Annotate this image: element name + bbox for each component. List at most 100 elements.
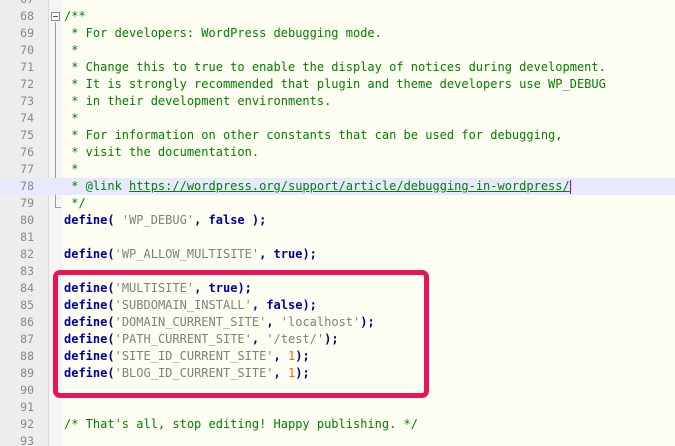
code-token: *	[64, 162, 79, 176]
line-number: 87	[20, 332, 34, 346]
line-code[interactable]: *	[64, 110, 78, 127]
code-line[interactable]: 87 define('PATH_CURRENT_SITE', '/test/');	[0, 331, 675, 348]
line-code[interactable]: * For information on other constants tha…	[64, 127, 562, 144]
line-code[interactable]: *	[64, 161, 78, 178]
line-number: 79	[20, 196, 34, 210]
line-number: 93	[20, 434, 34, 446]
code-token: false	[208, 213, 245, 227]
code-token: define	[64, 281, 108, 295]
line-number: 72	[20, 77, 34, 91]
code-line[interactable]: 74 *	[0, 110, 675, 127]
code-token: * Change this to true to enable the disp…	[64, 60, 606, 74]
code-line[interactable]: 85 define('SUBDOMAIN_INSTALL', false);	[0, 297, 675, 314]
code-lines[interactable]: 6768 /** 69 * For developers: WordPress de…	[0, 0, 675, 446]
line-code[interactable]: define('SITE_ID_CURRENT_SITE', 1);	[64, 348, 310, 365]
line-number: 75	[20, 128, 34, 142]
line-code[interactable]: define('SUBDOMAIN_INSTALL', false);	[64, 297, 317, 314]
line-number: 70	[20, 43, 34, 57]
code-line[interactable]: 80 define( 'WP_DEBUG', false );	[0, 212, 675, 229]
line-number: 85	[20, 298, 34, 312]
code-token: ,	[194, 281, 209, 295]
code-token: );	[302, 298, 317, 312]
code-token: '/test/'	[266, 332, 325, 346]
code-line[interactable]: 78 * @link https://wordpress.org/support…	[0, 178, 675, 195]
code-token: define	[64, 247, 108, 261]
code-token: (	[107, 366, 115, 380]
line-number: 73	[20, 94, 34, 108]
code-token: 'WP_DEBUG'	[121, 213, 195, 227]
code-token: 'DOMAIN_CURRENT_SITE'	[114, 315, 267, 329]
code-line[interactable]: 67	[0, 0, 675, 8]
line-number: 82	[20, 247, 34, 261]
line-number: 74	[20, 111, 34, 125]
code-token: );	[295, 366, 310, 380]
code-token: );	[360, 315, 375, 329]
code-token: 'MULTISITE'	[114, 281, 195, 295]
line-code[interactable]: define('MULTISITE', true);	[64, 280, 252, 297]
line-code[interactable]: * in their development environments.	[64, 93, 331, 110]
line-code[interactable]: /* That's all, stop editing! Happy publi…	[64, 416, 418, 433]
line-number: 68	[20, 9, 34, 23]
line-code[interactable]: define('DOMAIN_CURRENT_SITE', 'localhost…	[64, 314, 375, 331]
code-line[interactable]: 81	[0, 229, 675, 246]
code-line[interactable]: 79 */	[0, 195, 675, 212]
line-code[interactable]: define('WP_ALLOW_MULTISITE', true);	[64, 246, 317, 263]
code-token: ,	[259, 247, 274, 261]
code-token: 'SITE_ID_CURRENT_SITE'	[114, 349, 274, 363]
code-line[interactable]: 88 define('SITE_ID_CURRENT_SITE', 1);	[0, 348, 675, 365]
code-line[interactable]: 91	[0, 399, 675, 416]
line-code[interactable]: * Change this to true to enable the disp…	[64, 59, 606, 76]
code-line[interactable]: 75 * For information on other constants …	[0, 127, 675, 144]
line-number: 91	[20, 400, 34, 414]
line-number: 90	[20, 383, 34, 397]
code-editor[interactable]: 6768 /** 69 * For developers: WordPress de…	[0, 0, 675, 446]
code-line[interactable]: 93	[0, 433, 675, 446]
code-token: define	[64, 315, 108, 329]
line-code[interactable]: * For developers: WordPress debugging mo…	[64, 25, 382, 42]
code-line[interactable]: 89 define('BLOG_ID_CURRENT_SITE', 1);	[0, 365, 675, 382]
line-number: 89	[20, 366, 34, 380]
code-line[interactable]: 84 define('MULTISITE', true);	[0, 280, 675, 297]
code-line[interactable]: 76 * visit the documentation.	[0, 144, 675, 161]
line-code[interactable]: define( 'WP_DEBUG', false );	[64, 212, 266, 229]
line-number: 88	[20, 349, 34, 363]
line-number: 81	[20, 230, 34, 244]
code-token: true	[208, 281, 238, 295]
line-number: 92	[20, 417, 34, 431]
line-code[interactable]: define('PATH_CURRENT_SITE', '/test/');	[64, 331, 339, 348]
code-line[interactable]: 86 define('DOMAIN_CURRENT_SITE', 'localho…	[0, 314, 675, 331]
code-line[interactable]: 83	[0, 263, 675, 280]
code-token: (	[107, 349, 115, 363]
line-code[interactable]: * @link https://wordpress.org/support/ar…	[64, 178, 571, 195]
code-token: (	[107, 213, 122, 227]
code-token: );	[237, 281, 252, 295]
line-code[interactable]: * visit the documentation.	[64, 144, 259, 161]
line-code[interactable]: */	[64, 195, 85, 212]
code-line[interactable]: 92 /* That's all, stop editing! Happy pub…	[0, 416, 675, 433]
code-line[interactable]: 70 *	[0, 42, 675, 59]
code-token: * For developers: WordPress debugging mo…	[64, 26, 382, 40]
documentation-link[interactable]: https://wordpress.org/support/article/de…	[129, 179, 570, 193]
code-line[interactable]: 72 * It is strongly recommended that plu…	[0, 76, 675, 93]
line-number: 71	[20, 60, 34, 74]
line-code[interactable]: define('BLOG_ID_CURRENT_SITE', 1);	[64, 365, 310, 382]
line-code[interactable]: * It is strongly recommended that plugin…	[64, 76, 606, 93]
text-caret	[569, 179, 571, 194]
code-line[interactable]: 77 *	[0, 161, 675, 178]
code-line[interactable]: 71 * Change this to true to enable the d…	[0, 59, 675, 76]
code-line[interactable]: 69 * For developers: WordPress debugging…	[0, 25, 675, 42]
code-line[interactable]: 68 /**	[0, 8, 675, 25]
line-code[interactable]: /**	[64, 8, 86, 25]
code-token: false	[266, 298, 303, 312]
line-number: 84	[20, 281, 34, 295]
line-code[interactable]: *	[64, 42, 78, 59]
code-token: (	[107, 332, 115, 346]
code-token: ,	[251, 332, 267, 346]
code-token: define	[64, 366, 108, 380]
code-line[interactable]: 73 * in their development environments.	[0, 93, 675, 110]
code-token: ,	[273, 349, 288, 363]
code-token: (	[107, 315, 115, 329]
code-token: *	[64, 43, 79, 57]
code-line[interactable]: 90	[0, 382, 675, 399]
code-line[interactable]: 82 define('WP_ALLOW_MULTISITE', true);	[0, 246, 675, 263]
